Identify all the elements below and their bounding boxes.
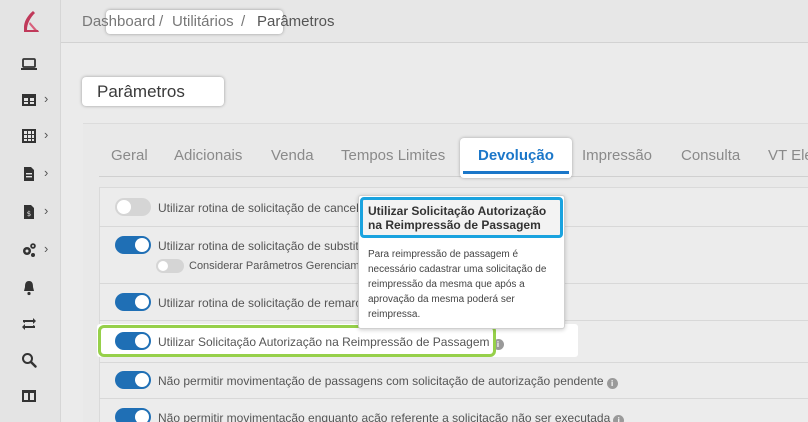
sidebar-item-pesquisar[interactable] [0,348,61,372]
brand-logo-icon[interactable] [21,10,41,34]
sidebar-item-financeiro[interactable]: $ › [0,200,61,224]
sidebar-item-notificacoes[interactable] [0,276,61,300]
svg-text:$: $ [27,210,31,218]
tab-active-indicator [463,171,569,174]
setting-label: Utilizar rotina de solicitação de remarc… [158,296,375,310]
sidebar-item-documentos[interactable]: › [0,162,61,186]
chevron-right-icon: › [44,91,49,106]
tab-tempos-limites[interactable]: Tempos Limites [341,147,445,164]
sidebar-item-cadastros[interactable]: › [0,88,61,112]
chevron-right-icon: › [44,241,49,256]
setting-label: Utilizar rotina de solicitação de cancel… [158,201,376,215]
tab-adicionais[interactable]: Adicionais [174,147,242,164]
row-divider [99,362,808,363]
highlight-box-green [98,325,496,357]
tab-devolucao[interactable]: Devolução [478,147,554,164]
sidebar: › › › $ › › [0,0,61,422]
bell-icon [24,281,34,296]
setting-label: Utilizar rotina de solicitação de substi… [158,239,369,253]
chevron-right-icon: › [44,165,49,180]
tab-geral[interactable]: Geral [111,147,148,164]
invoice-icon: $ [24,205,34,219]
setting-label-pendente: Não permitir movimentação de passagens c… [158,374,618,389]
chevron-right-icon: › [44,127,49,142]
tab-consulta[interactable]: Consulta [681,147,740,164]
tab-impressao[interactable]: Impressão [582,147,652,164]
breadcrumb-separator: / [159,13,164,30]
sidebar-item-layout[interactable] [0,384,61,408]
tabs-divider [99,176,808,177]
row-divider [99,398,808,399]
sidebar-item-utilitarios[interactable]: › [0,238,61,262]
toggle-solicitacao-substituicao[interactable] [115,236,151,254]
toggle-nao-permitir-movimentacao-acao[interactable] [115,408,151,422]
columns-icon [22,390,36,402]
tooltip-title: Utilizar Solicitação Autorização na Reim… [368,204,547,232]
search-icon [22,353,37,368]
setting-label-acao: Não permitir movimentação enquanto ação … [158,411,625,422]
tab-vt-ele[interactable]: VT Ele [768,147,808,164]
info-icon[interactable]: i [606,378,618,389]
setting-label: Considerar Parâmetros Gerenciame [189,260,366,272]
breadcrumb-utilitarios[interactable]: Utilitários [172,13,234,30]
sidebar-item-sincronizar[interactable] [0,312,61,336]
table-icon [22,94,36,106]
breadcrumb-dashboard[interactable]: Dashboard [82,13,155,30]
sidebar-item-dashboard[interactable] [0,52,61,76]
page-title: Parâmetros [97,82,185,101]
toggle-solicitacao-cancelamento[interactable] [115,198,151,216]
tooltip-body: Para reimpressão de passagem é necessári… [368,249,547,320]
breadcrumb-separator: / [241,13,246,30]
gears-icon [23,243,36,257]
document-icon [24,167,34,181]
sync-icon [22,318,36,330]
toggle-nao-permitir-movimentacao-pendente[interactable] [115,371,151,389]
tab-venda[interactable]: Venda [271,147,314,164]
grid-icon [22,129,36,143]
laptop-icon [21,58,37,70]
toggle-considerar-parametros[interactable] [156,259,184,273]
chevron-right-icon: › [44,203,49,218]
breadcrumb-parametros: Parâmetros [257,13,335,30]
info-icon[interactable]: i [613,415,625,422]
toggle-solicitacao-remarcacao[interactable] [115,293,151,311]
sidebar-item-tabelas[interactable]: › [0,124,61,148]
